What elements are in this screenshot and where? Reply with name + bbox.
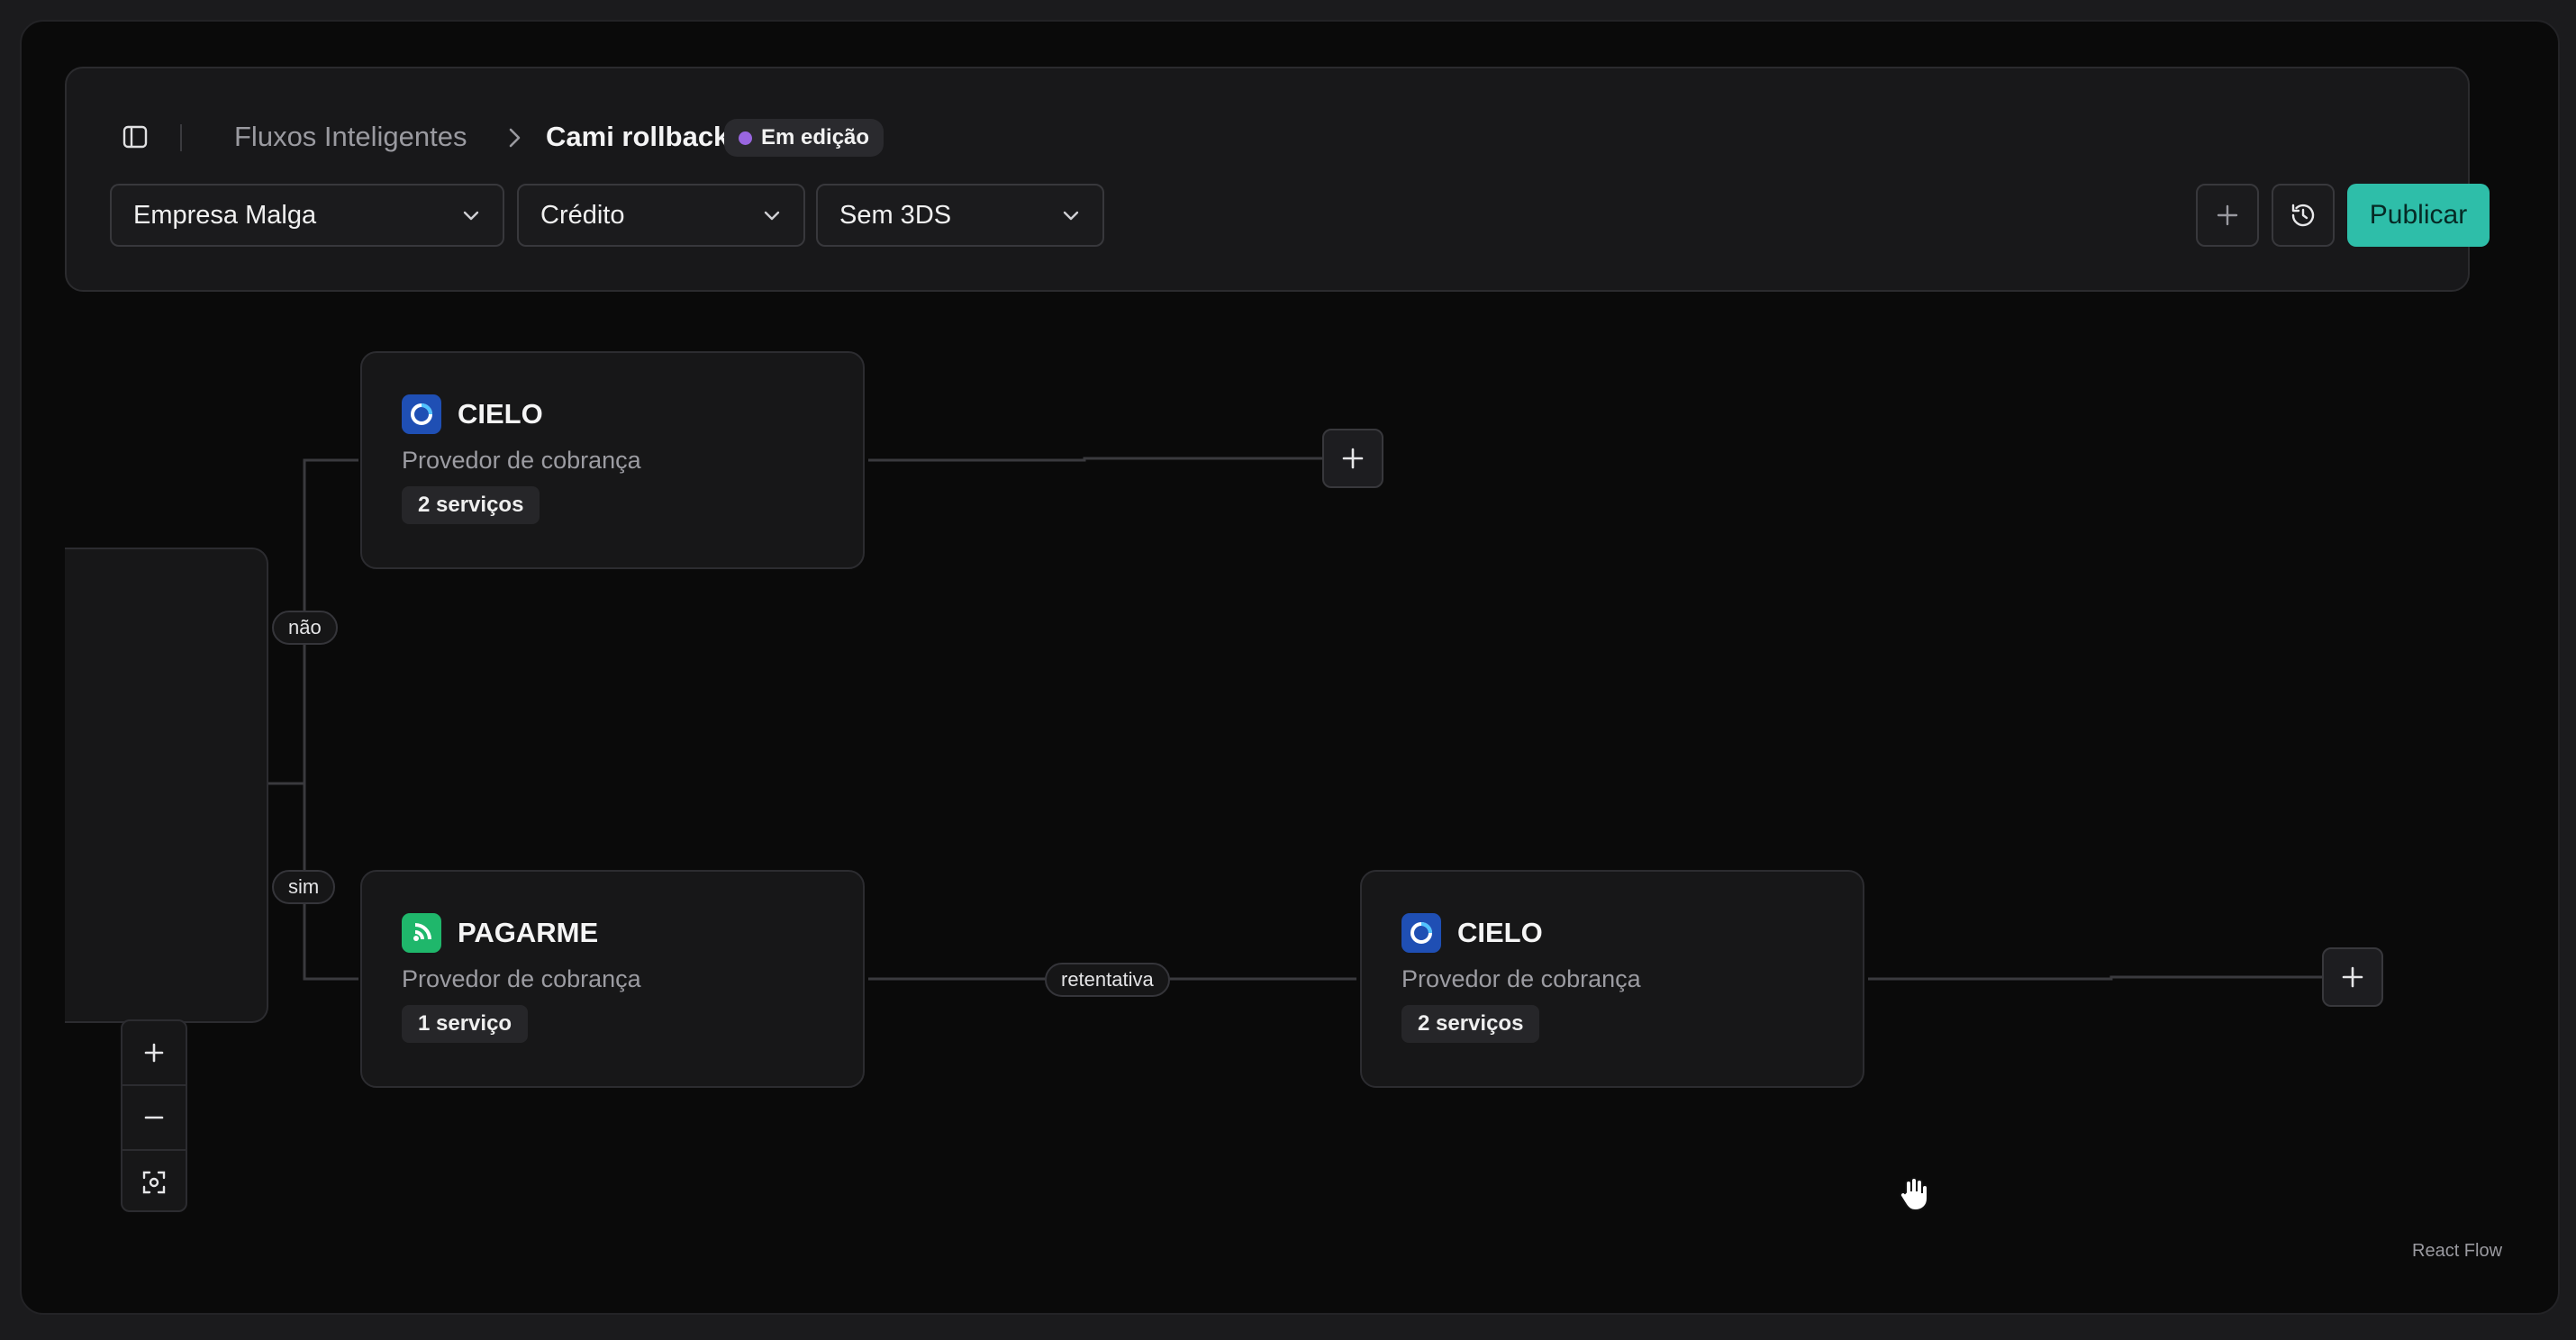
edge-cielo-to-add	[868, 457, 1322, 462]
minus-icon	[144, 1116, 164, 1119]
zoom-out-button[interactable]	[122, 1086, 186, 1151]
condition-node[interactable]	[65, 548, 268, 1023]
plus-icon	[2217, 204, 2238, 226]
three-ds-select-value: Sem 3DS	[839, 200, 952, 230]
node-subtitle: Provedor de cobrança	[402, 965, 641, 992]
toggle-sidebar-button[interactable]	[117, 119, 153, 155]
plus-icon	[1342, 448, 1364, 469]
node-title: PAGARME	[458, 917, 599, 948]
app-window: não sim retentativa CIELO Provedor de co…	[20, 20, 2560, 1315]
sidebar-icon	[122, 125, 148, 149]
fit-view-icon	[142, 1171, 166, 1194]
services-chip: 2 serviços	[1401, 1005, 1540, 1043]
add-node-button[interactable]	[1322, 429, 1383, 488]
chevron-down-icon	[1063, 211, 1079, 221]
provider-node-cielo[interactable]: CIELO Provedor de cobrança 2 serviços	[360, 351, 865, 569]
plus-icon	[2342, 966, 2363, 988]
hand-cursor-icon	[1899, 1177, 1928, 1212]
three-ds-select[interactable]: Sem 3DS	[816, 184, 1104, 247]
status-badge: Em edição	[724, 119, 884, 157]
history-icon	[2291, 204, 2315, 227]
node-subtitle: Provedor de cobrança	[1401, 965, 1641, 992]
cielo-logo-icon	[402, 394, 441, 434]
provider-node-cielo-retry[interactable]: CIELO Provedor de cobrança 2 serviços	[1360, 870, 1864, 1088]
chevron-right-icon	[509, 128, 521, 148]
react-flow-attribution[interactable]: React Flow	[2412, 1241, 2502, 1262]
history-button[interactable]	[2272, 184, 2335, 247]
branch-yes-label: sim	[272, 870, 336, 904]
pagarme-logo-icon	[402, 913, 441, 953]
chevron-down-icon	[764, 211, 780, 221]
add-node-button[interactable]	[2322, 947, 2383, 1007]
plus-icon	[144, 1043, 164, 1063]
services-chip: 1 serviço	[402, 1005, 529, 1043]
node-title: CIELO	[458, 398, 543, 430]
status-text: Em edição	[761, 125, 870, 149]
payment-method-select-value: Crédito	[540, 200, 625, 230]
services-chip: 2 serviços	[402, 486, 540, 524]
status-dot	[739, 131, 752, 145]
fit-view-button[interactable]	[122, 1151, 186, 1214]
breadcrumb-current: Cami rollback	[546, 121, 730, 152]
zoom-controls	[121, 1019, 187, 1212]
publish-button[interactable]: Publicar	[2347, 184, 2490, 247]
zoom-in-button[interactable]	[122, 1021, 186, 1086]
divider	[180, 124, 182, 151]
edge-cielo2-to-add	[1868, 975, 2322, 981]
header-panel: Fluxos Inteligentes Cami rollback Em edi…	[65, 67, 2490, 292]
company-select-value: Empresa Malga	[133, 200, 317, 230]
payment-method-select[interactable]: Crédito	[517, 184, 805, 247]
cielo-logo-icon	[1401, 913, 1441, 953]
provider-node-pagarme[interactable]: PAGARME Provedor de cobrança 1 serviço	[360, 870, 865, 1088]
node-title: CIELO	[1457, 917, 1543, 948]
breadcrumb-root[interactable]: Fluxos Inteligentes	[234, 121, 467, 153]
add-flow-button[interactable]	[2196, 184, 2259, 247]
node-subtitle: Provedor de cobrança	[402, 447, 641, 474]
company-select[interactable]: Empresa Malga	[110, 184, 504, 247]
branch-no-label: não	[272, 611, 338, 645]
retry-label: retentativa	[1045, 963, 1170, 997]
chevron-down-icon	[463, 211, 479, 221]
